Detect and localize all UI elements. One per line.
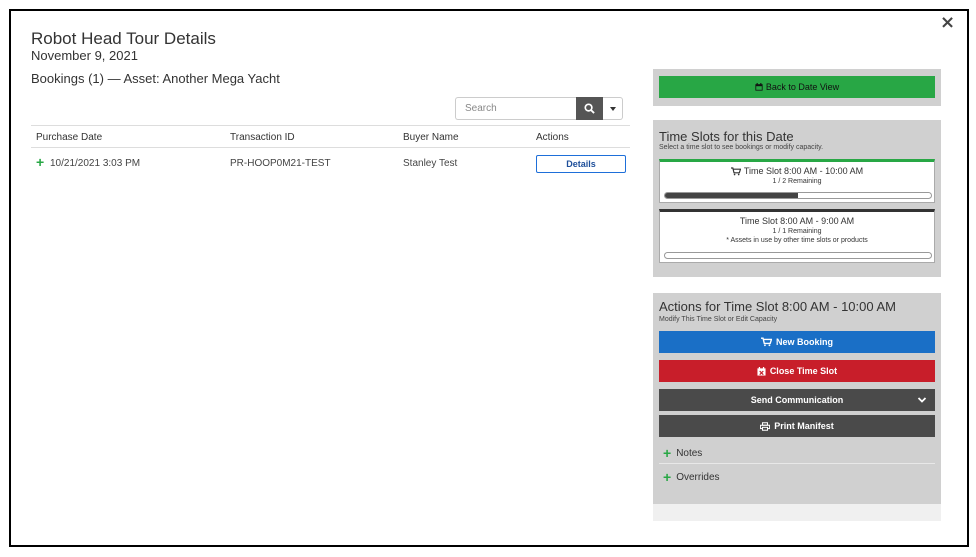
send-communication-label: Send Communication — [750, 395, 844, 405]
actions-subtitle: Modify This Time Slot or Edit Capacity — [659, 316, 778, 323]
slot-remaining: 1 / 1 Remaining — [772, 228, 822, 235]
caret-down-icon — [609, 106, 616, 111]
cart-plus-icon — [760, 337, 772, 347]
overrides-label: Overrides — [676, 471, 720, 483]
send-communication-button[interactable]: Send Communication — [659, 389, 935, 411]
column-header-transaction-id[interactable]: Transaction ID — [230, 132, 295, 143]
calendar-icon — [755, 83, 763, 91]
new-booking-button[interactable]: New Booking — [659, 331, 935, 353]
accordion-divider — [659, 463, 935, 464]
expand-row-icon[interactable]: + — [36, 154, 44, 170]
plus-icon: + — [663, 469, 672, 485]
purchase-date-cell: 10/21/2021 3:03 PM — [50, 158, 141, 169]
sidebar-spacer — [653, 106, 941, 120]
capacity-bar — [664, 192, 932, 199]
chevron-down-icon — [917, 397, 927, 403]
transaction-id-cell: PR-HOOP0M21-TEST — [230, 158, 331, 169]
search-input[interactable] — [455, 97, 576, 120]
sidebar-footer — [653, 504, 941, 521]
sidebar-spacer — [653, 277, 941, 293]
back-button-label: Back to Date View — [765, 82, 840, 92]
close-time-slot-label: Close Time Slot — [769, 366, 838, 376]
calendar-x-icon — [757, 366, 766, 376]
search-button[interactable] — [576, 97, 603, 120]
page-date: November 9, 2021 — [31, 48, 138, 63]
slot-label: Time Slot 8:00 AM - 9:00 AM — [739, 216, 855, 226]
actions-title: Actions for Time Slot 8:00 AM - 10:00 AM — [659, 299, 896, 314]
close-time-slot-button[interactable]: Close Time Slot — [659, 360, 935, 382]
column-header-purchase-date[interactable]: Purchase Date — [36, 132, 102, 143]
time-slot-card[interactable]: Time Slot 8:00 AM - 10:00 AM 1 / 2 Remai… — [659, 159, 935, 203]
back-to-date-view-button[interactable]: Back to Date View — [659, 76, 935, 98]
time-slot-card[interactable]: Time Slot 8:00 AM - 9:00 AM 1 / 1 Remain… — [659, 209, 935, 263]
search-group — [455, 97, 623, 120]
slot-label-row: Time Slot 8:00 AM - 10:00 AM — [660, 166, 934, 176]
capacity-bar-fill — [665, 193, 798, 198]
capacity-bar — [664, 252, 932, 259]
buyer-name-cell: Stanley Test — [403, 158, 458, 169]
time-slots-subtitle: Select a time slot to see bookings or mo… — [659, 144, 824, 151]
notes-accordion[interactable]: + Notes — [663, 446, 702, 460]
column-header-buyer-name[interactable]: Buyer Name — [403, 132, 459, 143]
print-manifest-button[interactable]: Print Manifest — [659, 415, 935, 437]
print-manifest-label: Print Manifest — [774, 421, 834, 431]
close-icon[interactable]: × — [940, 14, 955, 32]
notes-label: Notes — [676, 447, 703, 459]
new-booking-label: New Booking — [775, 337, 833, 347]
cart-icon — [730, 166, 741, 175]
printer-icon — [760, 421, 771, 431]
plus-icon: + — [663, 445, 672, 461]
search-options-dropdown[interactable] — [603, 97, 623, 120]
bookings-heading: Bookings (1) — Asset: Another Mega Yacht — [31, 71, 280, 86]
column-header-actions: Actions — [536, 132, 569, 143]
details-button[interactable]: Details — [536, 155, 626, 173]
slot-label: Time Slot 8:00 AM - 10:00 AM — [743, 166, 864, 176]
search-icon — [584, 103, 595, 114]
overrides-accordion[interactable]: + Overrides — [663, 470, 720, 484]
table-divider — [31, 125, 630, 126]
slot-note: * Assets in use by other time slots or p… — [726, 237, 868, 244]
page-title: Robot Head Tour Details — [31, 29, 216, 48]
time-slots-title: Time Slots for this Date — [659, 129, 794, 144]
slot-remaining: 1 / 2 Remaining — [772, 178, 822, 185]
table-header-divider — [31, 147, 630, 148]
